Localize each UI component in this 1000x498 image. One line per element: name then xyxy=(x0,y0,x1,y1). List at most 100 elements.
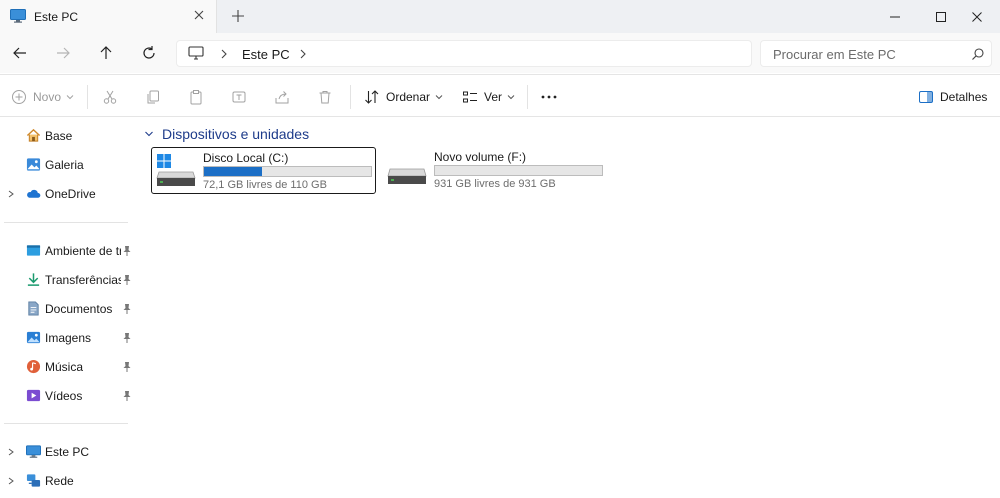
sort-button-label: Ordenar xyxy=(386,90,431,104)
pin-icon[interactable] xyxy=(122,390,132,402)
breadcrumb-este-pc[interactable]: Este PC xyxy=(242,47,290,62)
downloads-icon xyxy=(27,273,40,286)
share-button[interactable] xyxy=(274,87,290,107)
up-button[interactable] xyxy=(93,41,119,65)
sidebar-item-desktop[interactable]: Ambiente de trabalho xyxy=(0,238,138,264)
pin-icon[interactable] xyxy=(122,332,132,344)
new-tab-icon[interactable] xyxy=(230,8,246,24)
close-tab-icon[interactable] xyxy=(191,7,207,23)
sidebar-item-pictures[interactable]: Imagens xyxy=(0,325,138,351)
sidebar-item-label: Galeria xyxy=(45,158,84,172)
rename-button[interactable] xyxy=(231,87,247,107)
refresh-button[interactable] xyxy=(136,41,162,65)
home-icon xyxy=(26,128,41,142)
sort-button[interactable]: Ordenar xyxy=(364,87,444,107)
search-box[interactable] xyxy=(760,40,992,67)
sidebar-item-videos[interactable]: Vídeos xyxy=(0,383,138,409)
divider xyxy=(527,85,528,109)
new-button[interactable]: Novo xyxy=(11,87,75,107)
arrow-up-icon xyxy=(100,46,112,59)
gallery-icon xyxy=(26,158,41,171)
minimize-icon xyxy=(890,16,900,17)
chevron-right-icon[interactable] xyxy=(6,476,16,486)
pin-icon[interactable] xyxy=(122,274,132,286)
tab-este-pc[interactable]: Este PC xyxy=(0,0,217,33)
pin-icon[interactable] xyxy=(122,303,132,315)
arrow-left-icon xyxy=(13,47,26,59)
minimize-button[interactable] xyxy=(872,0,918,33)
sidebar-item-music[interactable]: Música xyxy=(0,354,138,380)
drive-usage-bar xyxy=(434,165,603,176)
view-list-icon xyxy=(463,91,477,103)
view-button[interactable]: Ver xyxy=(462,87,516,107)
details-button[interactable]: Detalhes xyxy=(918,87,987,107)
sidebar-item-downloads[interactable]: Transferências xyxy=(0,267,138,293)
sidebar-item-label: Ambiente de trabalho xyxy=(45,244,121,258)
sidebar-item-base[interactable]: Base xyxy=(0,123,138,149)
sidebar-item-label: Este PC xyxy=(45,445,90,459)
delete-button[interactable] xyxy=(317,87,333,107)
search-input[interactable] xyxy=(773,45,963,63)
sidebar-item-label: Documentos xyxy=(45,302,113,316)
system-drive-icon xyxy=(156,154,196,186)
music-icon xyxy=(26,359,41,374)
this-pc-icon xyxy=(10,9,26,23)
onedrive-icon xyxy=(27,189,41,198)
copy-icon xyxy=(147,90,159,104)
title-bar: Este PC xyxy=(0,0,1000,33)
maximize-icon xyxy=(936,11,946,22)
forward-button[interactable] xyxy=(50,41,76,65)
tab-title: Este PC xyxy=(34,10,79,24)
arrow-right-icon xyxy=(57,47,70,59)
clipboard-icon xyxy=(190,90,202,105)
sidebar-item-label: Base xyxy=(45,129,73,143)
pin-icon[interactable] xyxy=(122,245,132,257)
divider xyxy=(87,85,88,109)
close-icon xyxy=(972,11,982,22)
group-header-devices[interactable]: Dispositivos e unidades xyxy=(144,126,309,142)
copy-button[interactable] xyxy=(145,87,161,107)
chevron-down-icon xyxy=(66,95,74,100)
search-icon xyxy=(972,48,984,60)
sidebar-divider xyxy=(4,222,128,223)
documents-icon xyxy=(28,301,39,316)
chevron-right-icon[interactable] xyxy=(6,447,16,457)
sidebar-item-label: OneDrive xyxy=(45,187,96,201)
back-button[interactable] xyxy=(7,41,33,65)
command-bar: Novo Ordenar Ver Detalhes xyxy=(0,74,1000,117)
details-button-label: Detalhes xyxy=(940,90,988,104)
more-icon xyxy=(541,95,557,99)
chevron-right-icon[interactable] xyxy=(298,47,308,61)
sidebar-item-rede[interactable]: Rede xyxy=(0,468,138,494)
pin-icon[interactable] xyxy=(122,361,132,373)
sidebar-item-este-pc[interactable]: Este PC xyxy=(0,439,138,465)
chevron-down-icon xyxy=(507,95,515,100)
sidebar-item-documents[interactable]: Documentos xyxy=(0,296,138,322)
cut-button[interactable] xyxy=(102,87,118,107)
refresh-icon xyxy=(143,46,155,59)
videos-icon xyxy=(26,389,41,402)
chevron-right-icon[interactable] xyxy=(6,189,16,199)
sidebar-item-galeria[interactable]: Galeria xyxy=(0,152,138,178)
desktop-icon xyxy=(26,245,41,256)
drive-usage-bar xyxy=(203,166,372,177)
drive-name: Novo volume (F:) xyxy=(434,150,527,164)
this-pc-icon xyxy=(26,445,41,458)
plus-circle-icon xyxy=(12,90,26,104)
drive-f[interactable]: Novo volume (F:) 931 GB livres de 931 GB xyxy=(383,147,608,194)
divider xyxy=(350,85,351,109)
network-icon xyxy=(26,474,41,487)
scissors-icon xyxy=(103,90,117,104)
more-options-button[interactable] xyxy=(540,87,558,107)
paste-button[interactable] xyxy=(188,87,204,107)
chevron-down-icon xyxy=(145,131,153,137)
chevron-right-icon[interactable] xyxy=(219,47,229,61)
sort-icon xyxy=(365,90,379,104)
navigation-pane: Base Galeria OneDrive Ambiente de trabal… xyxy=(0,118,138,498)
chevron-down-icon xyxy=(435,95,443,100)
sidebar-item-onedrive[interactable]: OneDrive xyxy=(0,181,138,207)
drive-icon xyxy=(387,168,427,184)
drive-c[interactable]: Disco Local (C:) 72,1 GB livres de 110 G… xyxy=(151,147,376,194)
close-window-button[interactable] xyxy=(954,0,1000,33)
address-bar[interactable]: Este PC xyxy=(176,40,752,67)
